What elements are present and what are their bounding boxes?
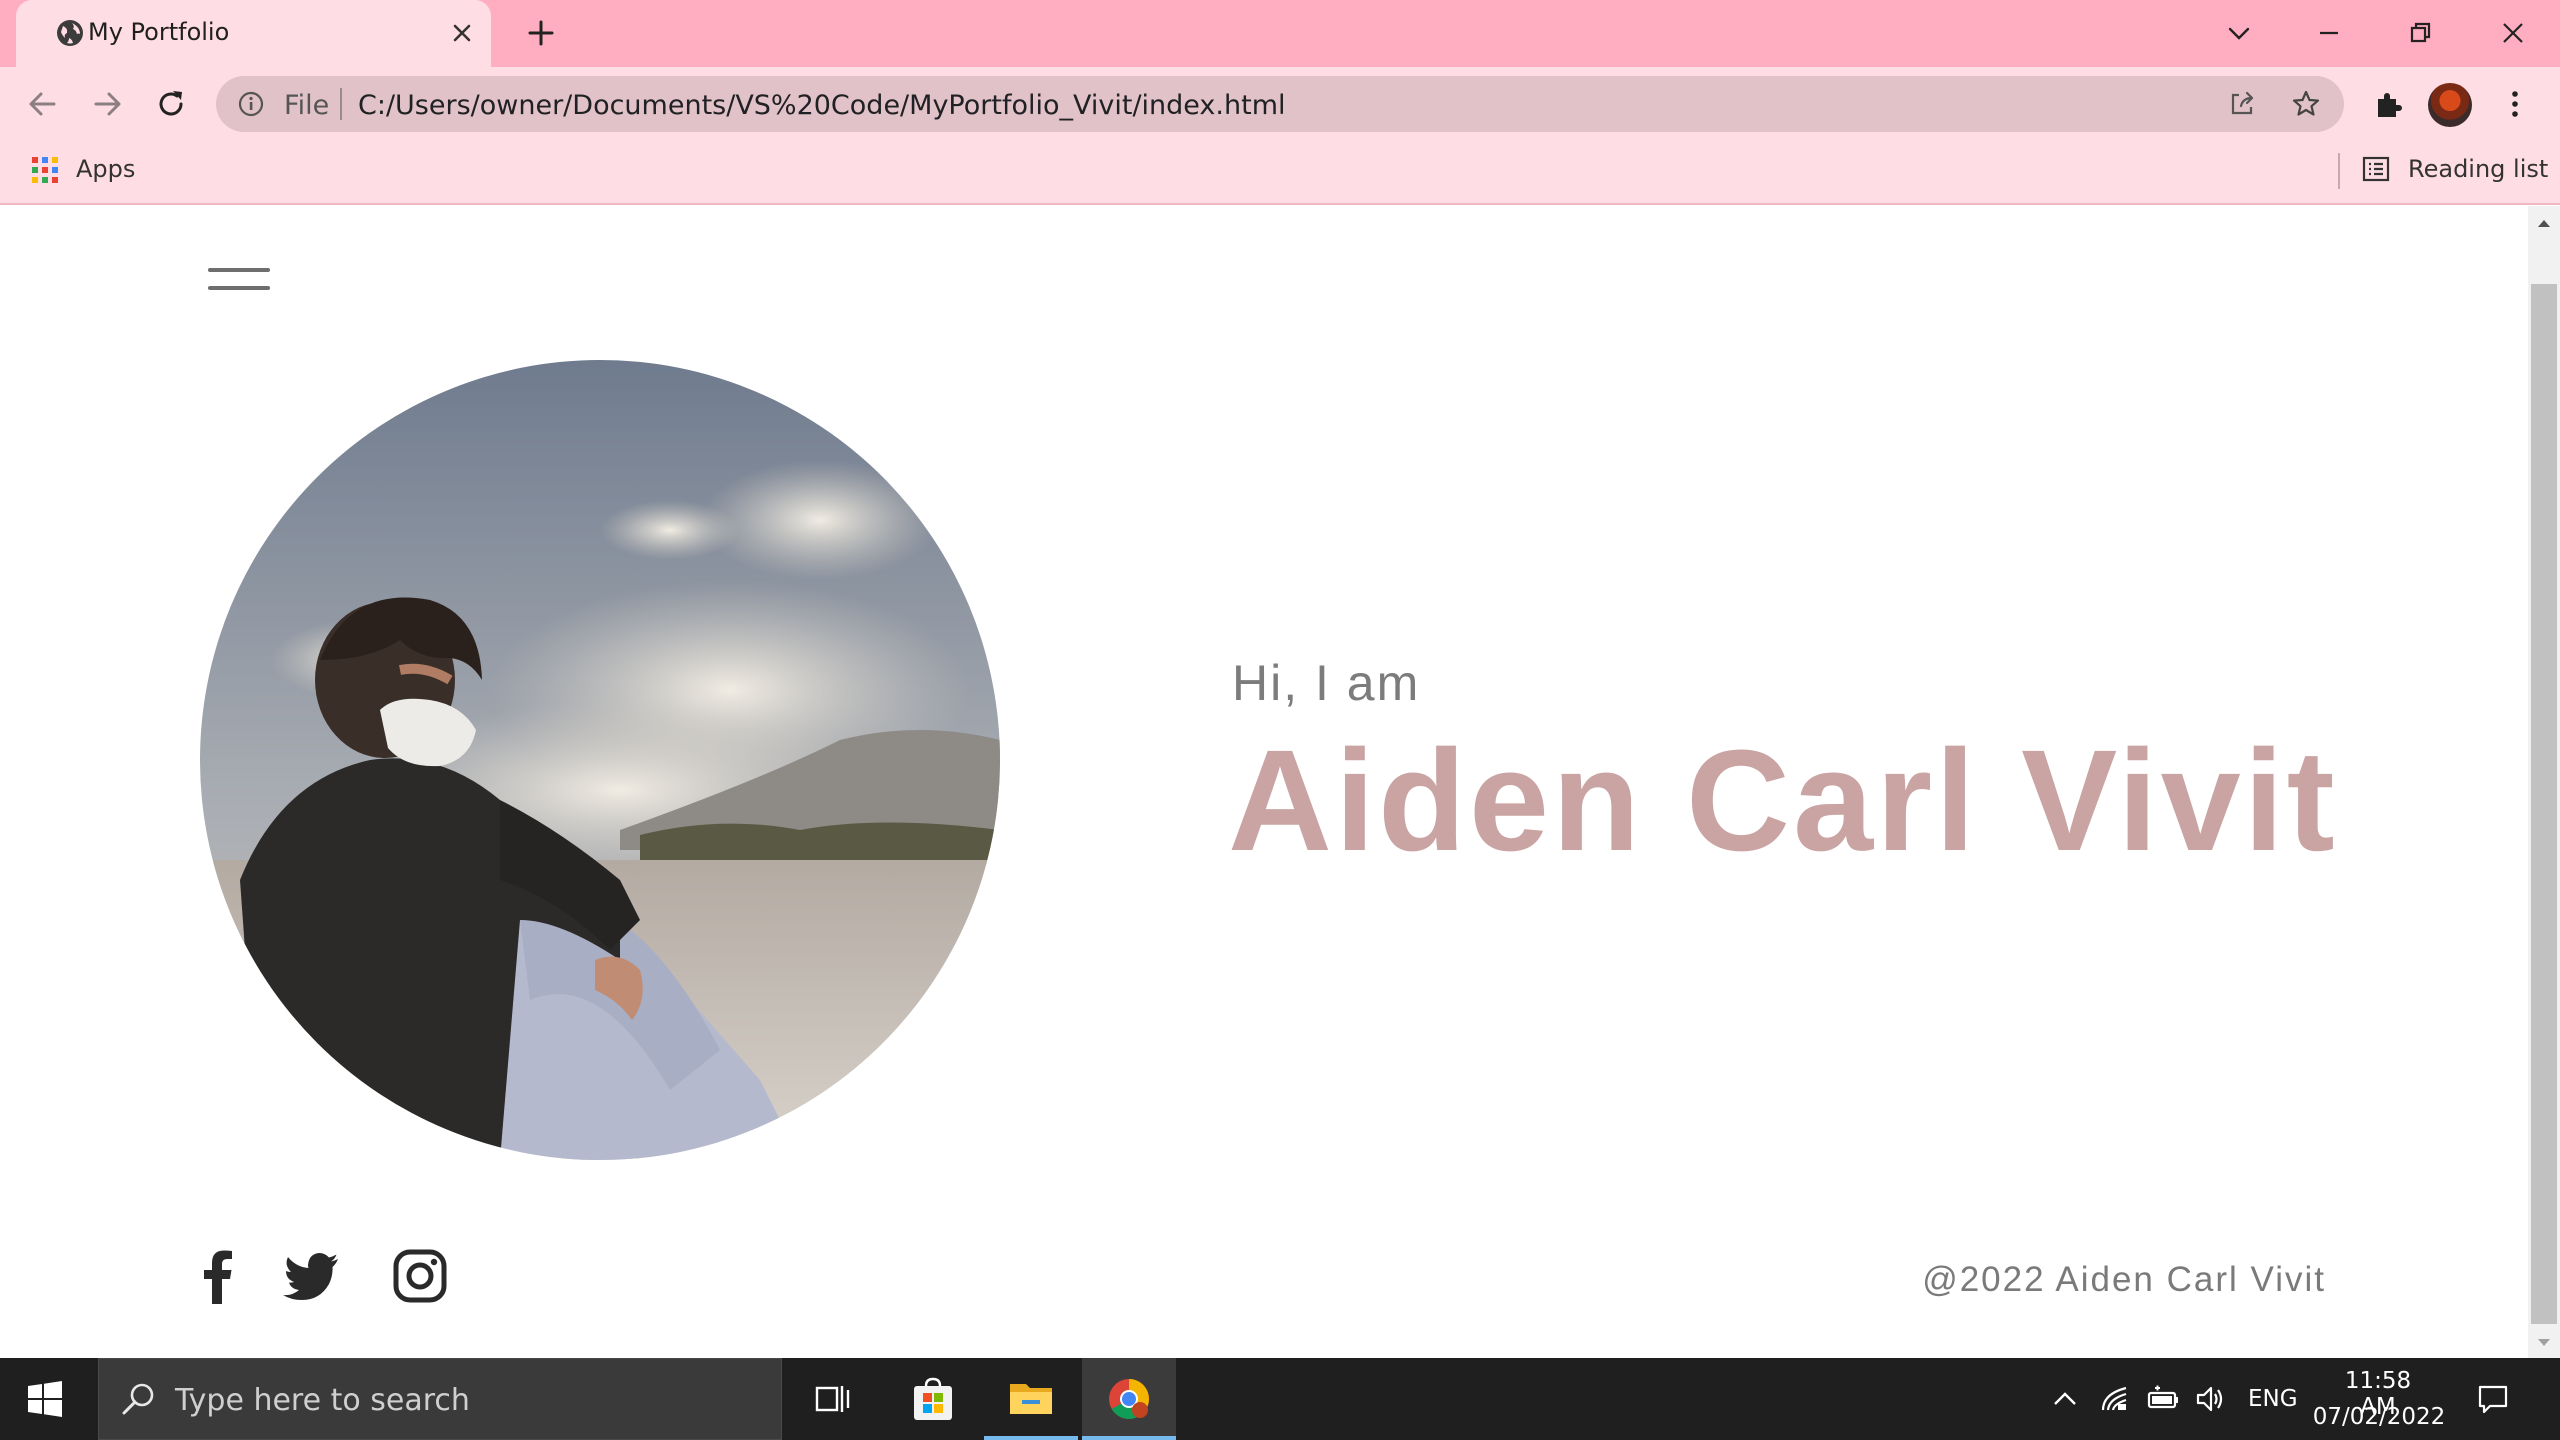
apps-bookmark[interactable]: Apps (76, 155, 135, 183)
profile-photo (200, 360, 1000, 1160)
search-icon (122, 1383, 154, 1415)
more-menu-icon[interactable] (2496, 85, 2534, 123)
browser-toolbar: File C:/Users/owner/Documents/VS%20Code/… (0, 67, 2560, 141)
hamburger-line (208, 268, 270, 272)
close-window-icon[interactable] (2490, 10, 2536, 56)
address-divider (340, 88, 342, 120)
chrome-app[interactable] (1082, 1358, 1176, 1440)
tab-title: My Portfolio (88, 18, 230, 46)
windows-start-icon[interactable] (26, 1380, 64, 1418)
hero-name: Aiden Carl Vivit (1228, 720, 2338, 881)
hamburger-line (208, 286, 270, 290)
scroll-down-arrow-icon[interactable] (2534, 1332, 2554, 1352)
taskbar-search-box[interactable]: Type here to search (98, 1358, 782, 1440)
show-hidden-icons-chevron-icon[interactable] (2048, 1382, 2082, 1416)
hamburger-menu-icon[interactable] (208, 262, 272, 296)
folder-icon (1010, 1384, 1052, 1414)
file-explorer-app[interactable] (984, 1358, 1078, 1440)
share-icon[interactable] (2226, 88, 2258, 120)
extensions-puzzle-icon[interactable] (2370, 85, 2408, 123)
twitter-icon[interactable] (282, 1246, 342, 1306)
restore-icon[interactable] (2398, 10, 2444, 56)
network-icon[interactable] (2098, 1382, 2132, 1416)
profile-avatar[interactable] (2428, 83, 2472, 127)
reading-list-button[interactable]: Reading list (2408, 155, 2548, 183)
bookmark-star-icon[interactable] (2290, 88, 2322, 120)
scrollbar-thumb[interactable] (2531, 284, 2557, 1324)
action-center-notification-icon[interactable] (2476, 1382, 2510, 1416)
hero-greeting: Hi, I am (1232, 655, 1421, 711)
bookmarks-bar: Apps Reading list (0, 141, 2560, 205)
site-info-icon[interactable] (236, 89, 266, 119)
new-tab-plus-icon[interactable] (524, 16, 558, 50)
browser-tab-strip: My Portfolio (0, 0, 2560, 67)
task-view-button[interactable] (786, 1358, 880, 1440)
apps-grid-icon[interactable] (30, 155, 60, 185)
task-view-icon (815, 1386, 850, 1412)
volume-icon[interactable] (2194, 1382, 2228, 1416)
address-url[interactable]: C:/Users/owner/Documents/VS%20Code/MyPor… (358, 90, 1286, 121)
scroll-up-arrow-icon[interactable] (2534, 214, 2554, 234)
windows-taskbar: Type here to search ENG 11:58 AM 07/02/2… (0, 1358, 2560, 1440)
page-viewport: Hi, I am Aiden Carl Vivit @2022 Aiden Ca… (0, 206, 2528, 1358)
back-arrow-icon[interactable] (22, 83, 64, 125)
input-language-indicator[interactable]: ENG (2248, 1386, 2298, 1412)
minimize-icon[interactable] (2306, 10, 2352, 56)
screen: My Portfolio File C:/Users/owner/Documen… (0, 0, 2560, 1440)
address-bar[interactable]: File C:/Users/owner/Documents/VS%20Code/… (216, 76, 2344, 132)
bookmarks-divider (2338, 153, 2340, 189)
battery-icon[interactable] (2146, 1382, 2180, 1416)
app-running-indicator (984, 1436, 1078, 1440)
chrome-icon (1109, 1379, 1149, 1419)
profile-photo-illustration (200, 360, 1000, 1160)
clock-date[interactable]: 07/02/2022 (2312, 1404, 2446, 1430)
store-bag-icon (914, 1377, 952, 1420)
forward-arrow-icon[interactable] (86, 83, 128, 125)
tab-my-portfolio[interactable]: My Portfolio (16, 0, 491, 67)
facebook-icon[interactable] (188, 1246, 248, 1306)
globe-icon (57, 20, 83, 46)
address-scheme-label: File (284, 90, 330, 121)
close-tab-icon[interactable] (446, 17, 478, 49)
reading-list-icon[interactable] (2360, 153, 2392, 185)
instagram-icon[interactable] (390, 1246, 450, 1306)
taskbar-search-placeholder: Type here to search (175, 1383, 470, 1418)
app-running-indicator (1082, 1436, 1176, 1440)
tab-search-chevron-icon[interactable] (2216, 10, 2262, 56)
page-scrollbar[interactable] (2528, 206, 2560, 1358)
reload-icon[interactable] (150, 83, 192, 125)
copyright-text: @2022 Aiden Carl Vivit (1922, 1260, 2326, 1299)
microsoft-store-app[interactable] (886, 1358, 980, 1440)
